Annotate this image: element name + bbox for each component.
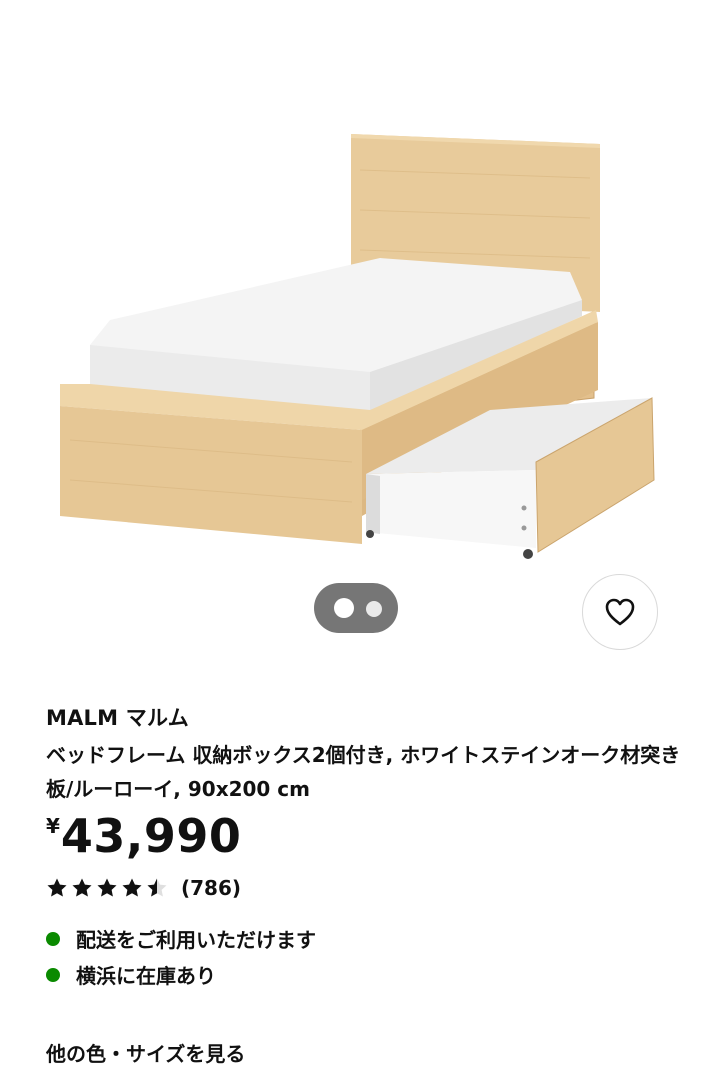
product-description: ベッドフレーム 収納ボックス2個付き, ホワイトステインオーク材突き板/ルーロー… [46,743,681,801]
star-icon [97,878,117,897]
favorite-button[interactable] [582,574,658,650]
product-image[interactable] [0,0,712,580]
store-stock-label[interactable]: 横浜に在庫あり [76,960,216,989]
image-carousel-indicator[interactable] [314,583,398,633]
more-colors-sizes-link[interactable]: 他の色・サイズを見る [46,1038,245,1067]
available-status-dot [46,931,60,946]
price-value: 43,990 [60,809,242,863]
star-icon [122,878,142,897]
rating-summary[interactable]: (786) [46,876,241,900]
bed-illustration [60,134,655,559]
delivery-status: 配送をご利用いただけます [46,924,316,953]
star-icon [147,878,167,897]
price-currency: ¥ [46,814,60,838]
star-icon [47,878,67,897]
review-count: (786) [181,876,242,900]
product-price: ¥ 43,990 [46,808,241,864]
delivery-status-label: 配送をご利用いただけます [76,928,316,952]
rating-stars [46,877,171,899]
carousel-dot[interactable] [366,601,382,617]
heart-icon [605,598,635,626]
product-name: MALM マルム [46,706,189,730]
in-stock-status-dot [46,967,60,982]
star-icon [72,878,92,897]
carousel-dot-active[interactable] [334,598,354,618]
store-stock-status[interactable]: 横浜に在庫あり [46,960,216,989]
